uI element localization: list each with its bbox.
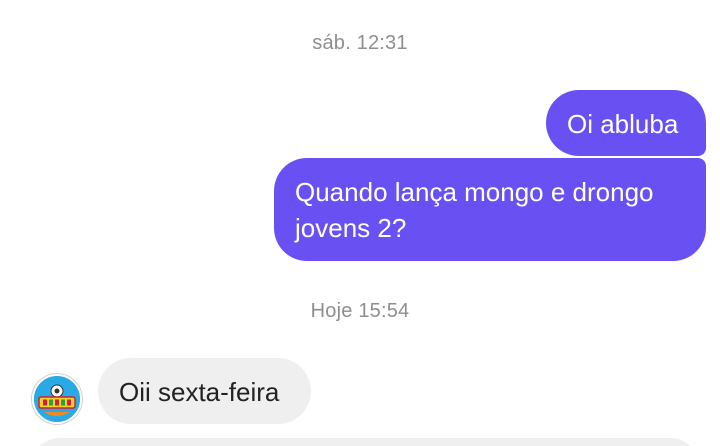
timestamp-separator: sáb. 12:31 <box>312 32 408 54</box>
cartoon-logo-avatar-icon <box>34 376 80 422</box>
contact-avatar[interactable] <box>32 374 82 424</box>
message-text: Oi abluba <box>567 109 679 139</box>
outgoing-message-bubble[interactable]: Oi abluba <box>546 90 706 156</box>
message-text: Oii sexta-feira <box>119 377 280 407</box>
incoming-message-bubble[interactable]: Oii sexta-feira <box>98 358 311 424</box>
timestamp-separator: Hoje 15:54 <box>310 300 410 322</box>
message-text-line: jovens 2? <box>295 213 407 243</box>
chat-thread: sáb. 12:31 Oi abluba Quando lança mongo … <box>0 0 720 446</box>
message-text-line: Quando lança mongo e drongo <box>295 177 654 207</box>
outgoing-message-bubble[interactable]: Quando lança mongo e drongo jovens 2? <box>274 158 706 261</box>
partial-message-bubble <box>30 438 700 446</box>
